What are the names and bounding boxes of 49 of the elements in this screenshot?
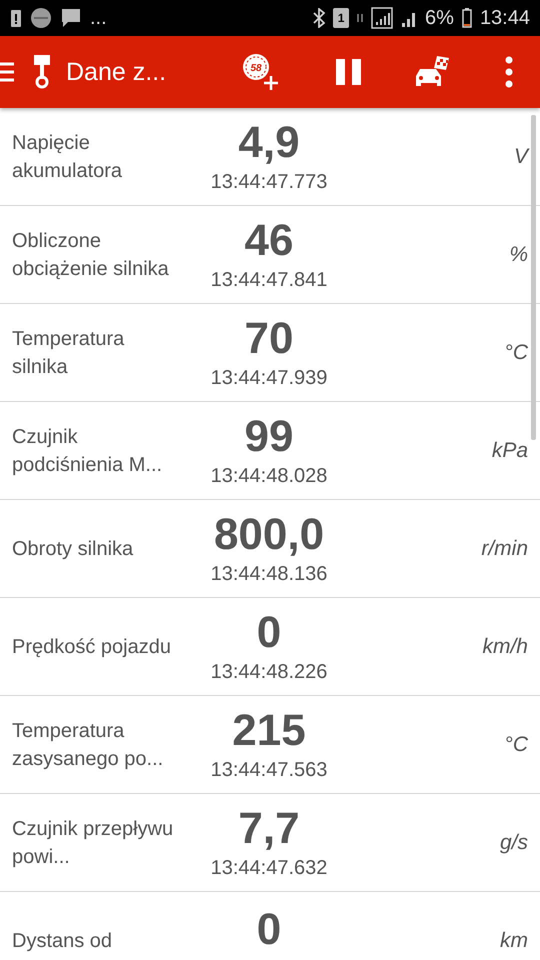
parameter-name: Obliczone obciążenie silnika <box>12 228 170 282</box>
parameter-value: 7,7 <box>238 805 300 853</box>
battery-icon <box>462 8 472 28</box>
unit-label: % <box>508 242 528 266</box>
parameter-name: Napięcie akumulatora <box>12 130 124 184</box>
clock: 13:44 <box>480 6 530 30</box>
sim-slot-badge: 1 <box>333 8 350 28</box>
parameter-name: Temperatura zasysanego po... <box>12 718 164 772</box>
signal-icon <box>371 7 394 29</box>
parameter-value: 800,0 <box>214 511 324 559</box>
alert-icon <box>10 8 22 28</box>
piston-icon <box>32 55 52 89</box>
parameter-value: 99 <box>244 413 294 461</box>
parameter-name: Obroty silnika <box>12 536 134 562</box>
timestamp: 13:44:48.136 <box>210 563 328 586</box>
menu-icon[interactable] <box>0 61 16 83</box>
timestamp: 13:44:47.841 <box>210 269 328 292</box>
timestamp: 13:44:47.773 <box>210 171 328 194</box>
timestamp: 13:44:47.632 <box>210 857 328 880</box>
unit-label: °C <box>503 340 528 364</box>
parameter-name: Czujnik przepływu powi... <box>12 816 174 870</box>
bluetooth-icon <box>313 8 326 28</box>
timestamp: 13:44:47.939 <box>210 367 328 390</box>
timestamp: 13:44:47.563 <box>210 759 328 782</box>
timestamp: 13:44:48.028 <box>210 465 328 488</box>
parameter-name: Temperatura silnika <box>12 326 126 380</box>
battery-percent: 6% <box>425 6 454 30</box>
unit-label: km/h <box>481 634 528 658</box>
parameter-value: 0 <box>256 906 282 954</box>
more-notifications: ... <box>90 6 107 30</box>
unit-label: g/s <box>498 830 528 854</box>
screen-title: Dane z... <box>66 58 166 86</box>
unit-label: °C <box>503 732 528 756</box>
pause-icon <box>334 57 364 87</box>
parameter-name: Dystans od <box>12 928 114 954</box>
timestamp: 13:44:48.226 <box>210 661 328 684</box>
parameter-value: 215 <box>232 707 306 755</box>
more-icon <box>504 56 514 88</box>
parameter-value: 46 <box>244 217 294 265</box>
unit-label: kPa <box>490 438 528 462</box>
parameter-name: Czujnik podciśnienia M... <box>12 424 164 478</box>
unit-label: V <box>512 144 528 168</box>
parameter-value: 4,9 <box>238 119 300 167</box>
message-icon <box>60 7 82 29</box>
parameter-value: 0 <box>256 609 282 657</box>
unit-label: r/min <box>480 536 528 560</box>
parameter-name: Prędkość pojazdu <box>12 634 172 660</box>
parameter-value: 70 <box>244 315 294 363</box>
unit-label: km <box>499 928 528 952</box>
